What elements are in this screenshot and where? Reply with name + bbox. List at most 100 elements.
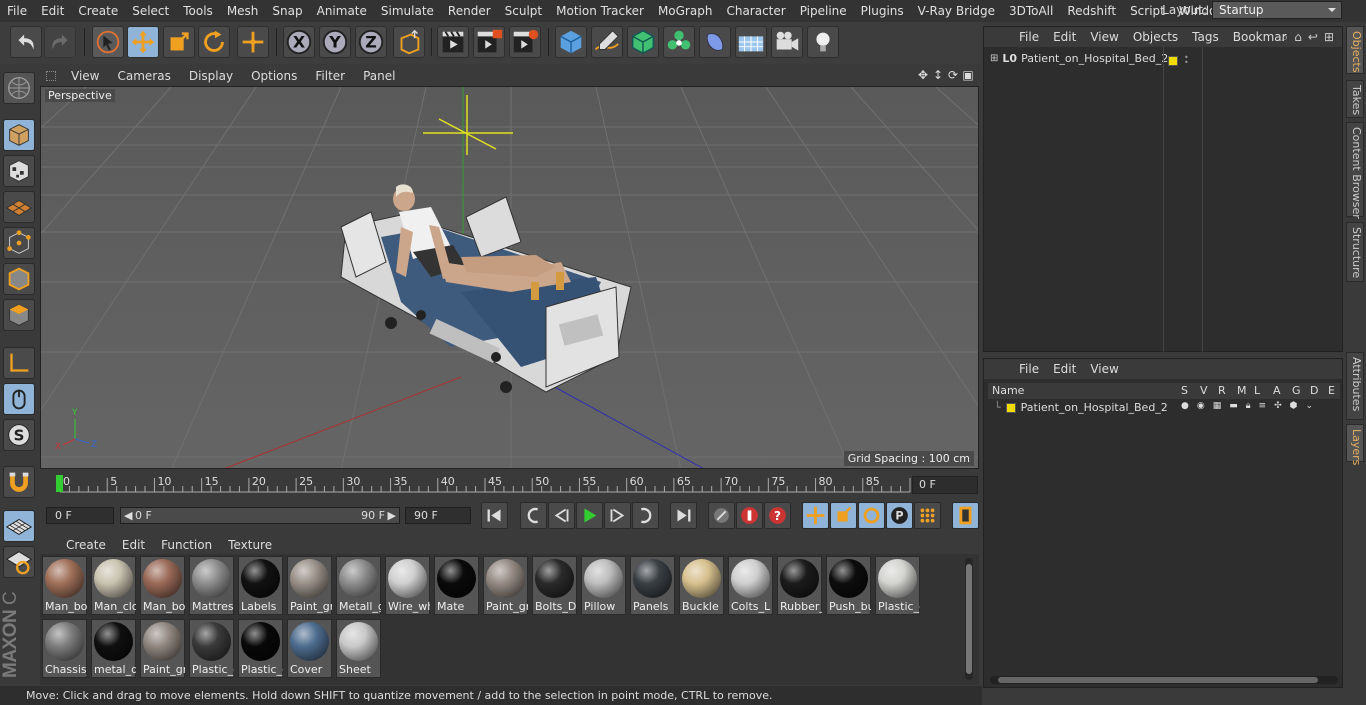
rotate-view-icon[interactable]: ⟳ bbox=[947, 68, 959, 82]
texture-mode-icon[interactable] bbox=[3, 155, 35, 187]
layer-color-swatch[interactable] bbox=[1005, 402, 1016, 413]
layer-row[interactable]: └ Patient_on_Hospital_Bed_2 bbox=[994, 401, 1168, 414]
workplane-icon[interactable] bbox=[3, 191, 35, 223]
frame-range-slider[interactable]: ◀ 0 F 90 F ▶ bbox=[120, 507, 400, 524]
step-back-icon[interactable] bbox=[548, 502, 575, 529]
menu-3dtoall[interactable]: 3DToAll bbox=[1002, 4, 1060, 18]
next-key-icon[interactable] bbox=[632, 502, 659, 529]
magnet-icon[interactable] bbox=[3, 466, 35, 498]
viewport-menu-panel[interactable]: Panel bbox=[354, 69, 404, 83]
mouse-icon[interactable] bbox=[3, 383, 35, 415]
new-view-icon[interactable]: ⊞ bbox=[1324, 30, 1334, 45]
material-swatch[interactable]: Plastic_c bbox=[238, 619, 283, 678]
manager-icon[interactable]: ▬ bbox=[1229, 401, 1238, 411]
current-frame-field[interactable]: 0 F bbox=[912, 476, 978, 494]
menu-character[interactable]: Character bbox=[719, 4, 792, 18]
pan-icon[interactable]: ✥ bbox=[917, 68, 929, 82]
side-tab-content-browser[interactable]: Content Browser bbox=[1346, 122, 1364, 219]
redo-icon[interactable] bbox=[44, 26, 76, 58]
timeline-ruler[interactable]: 051015202530354045505560657075808590 bbox=[40, 470, 979, 500]
deformer-icon[interactable] bbox=[699, 26, 731, 58]
layers-scrollbar[interactable] bbox=[990, 676, 1338, 684]
material-swatch[interactable]: Paint_gr bbox=[483, 556, 528, 615]
key-position-icon[interactable] bbox=[802, 502, 829, 529]
material-scrollbar[interactable] bbox=[965, 558, 973, 680]
render-settings-icon[interactable] bbox=[509, 26, 541, 58]
material-swatch[interactable]: Chassis_ bbox=[42, 619, 87, 678]
viewport-menu-display[interactable]: Display bbox=[180, 69, 242, 83]
layer-column-v[interactable]: V bbox=[1200, 384, 1208, 397]
material-menu-edit[interactable]: Edit bbox=[114, 538, 153, 552]
material-swatch[interactable]: Man_bo bbox=[140, 556, 185, 615]
layer-column-r[interactable]: R bbox=[1218, 384, 1226, 397]
layout-selector[interactable]: Layout: Startup bbox=[1162, 1, 1342, 19]
material-swatch[interactable]: Metall_g bbox=[336, 556, 381, 615]
view-eye-icon[interactable]: ◉ bbox=[1197, 401, 1205, 411]
side-tab-attributes[interactable]: Attributes bbox=[1346, 352, 1364, 420]
side-tab-objects[interactable]: Objects bbox=[1346, 26, 1364, 74]
key-rotation-icon[interactable] bbox=[858, 502, 885, 529]
back-icon[interactable]: ↩ bbox=[1308, 30, 1318, 45]
material-swatch[interactable]: Wire_wh bbox=[385, 556, 430, 615]
key-pla-icon[interactable] bbox=[914, 502, 941, 529]
menu-render[interactable]: Render bbox=[441, 4, 498, 18]
material-swatch[interactable]: Colts_L bbox=[728, 556, 773, 615]
objects-menu-tags[interactable]: Tags bbox=[1185, 30, 1226, 44]
side-tab-layers[interactable]: Layers bbox=[1346, 424, 1364, 465]
material-swatch[interactable]: Paint_gr bbox=[140, 619, 185, 678]
menu-create[interactable]: Create bbox=[71, 4, 125, 18]
menu-snap[interactable]: Snap bbox=[265, 4, 309, 18]
side-tab-structure[interactable]: Structure bbox=[1346, 222, 1364, 282]
play-icon[interactable] bbox=[576, 502, 603, 529]
search-icon[interactable]: ⌕ bbox=[1282, 30, 1289, 45]
menu-redshift[interactable]: Redshift bbox=[1060, 4, 1123, 18]
go-to-start-icon[interactable] bbox=[481, 502, 508, 529]
go-to-end-icon[interactable] bbox=[670, 502, 697, 529]
subdivision-icon[interactable] bbox=[627, 26, 659, 58]
keyframe-selection-icon[interactable] bbox=[708, 502, 735, 529]
material-swatch[interactable]: Rubber_ bbox=[777, 556, 822, 615]
material-swatch[interactable]: Cover bbox=[287, 619, 332, 678]
layer-column-g[interactable]: G bbox=[1292, 384, 1301, 397]
scale-icon[interactable] bbox=[163, 26, 195, 58]
edges-icon[interactable] bbox=[3, 263, 35, 295]
generator-icon[interactable]: ✣ bbox=[1274, 401, 1282, 411]
camera-icon[interactable] bbox=[771, 26, 803, 58]
menu-motion-tracker[interactable]: Motion Tracker bbox=[549, 4, 651, 18]
menu-select[interactable]: Select bbox=[125, 4, 176, 18]
z-axis-icon[interactable]: Z bbox=[355, 26, 387, 58]
cube-icon[interactable] bbox=[555, 26, 587, 58]
step-forward-icon[interactable] bbox=[604, 502, 631, 529]
make-editable-icon[interactable] bbox=[3, 72, 35, 104]
layer-color-tag[interactable] bbox=[1168, 56, 1178, 66]
grid-snap-icon[interactable] bbox=[3, 510, 35, 542]
material-swatch[interactable]: Paint_gr bbox=[287, 556, 332, 615]
objects-menu-view[interactable]: View bbox=[1083, 30, 1125, 44]
menu-pipeline[interactable]: Pipeline bbox=[793, 4, 854, 18]
lock-icon[interactable]: 🔒︎ bbox=[1246, 401, 1251, 411]
layer-column-m[interactable]: M bbox=[1237, 384, 1247, 397]
material-swatch[interactable]: Pillow bbox=[581, 556, 626, 615]
end-frame-field[interactable]: 90 F bbox=[405, 507, 471, 524]
start-frame-field[interactable]: 0 F bbox=[46, 507, 114, 524]
menu-mesh[interactable]: Mesh bbox=[220, 4, 266, 18]
autokey-icon[interactable]: ? bbox=[764, 502, 791, 529]
layout-dropdown[interactable]: Startup bbox=[1212, 1, 1342, 19]
layer-column-d[interactable]: D bbox=[1310, 384, 1318, 397]
material-swatch[interactable]: Man_bo bbox=[42, 556, 87, 615]
layer-column-s[interactable]: S bbox=[1181, 384, 1188, 397]
animation-icon[interactable]: ≡ bbox=[1259, 401, 1267, 411]
material-swatch[interactable]: Man_clo bbox=[91, 556, 136, 615]
material-swatch[interactable]: Plastic_g bbox=[875, 556, 920, 615]
object-row[interactable]: ⊞ L0 Patient_on_Hospital_Bed_2 bbox=[990, 52, 1168, 65]
undo-icon[interactable] bbox=[10, 26, 42, 58]
viewport-menu-options[interactable]: Options bbox=[242, 69, 306, 83]
layer-column-l[interactable]: L bbox=[1254, 384, 1260, 397]
key-scale-icon[interactable] bbox=[830, 502, 857, 529]
material-menu-texture[interactable]: Texture bbox=[220, 538, 280, 552]
material-swatch[interactable]: Sheet bbox=[336, 619, 381, 678]
previous-key-icon[interactable] bbox=[520, 502, 547, 529]
perspective-viewport[interactable]: Y X Z Perspective Grid Spacing : 100 cm bbox=[40, 86, 979, 469]
objects-menu-file[interactable]: File bbox=[1012, 30, 1046, 44]
layers-menu-view[interactable]: View bbox=[1083, 362, 1125, 376]
